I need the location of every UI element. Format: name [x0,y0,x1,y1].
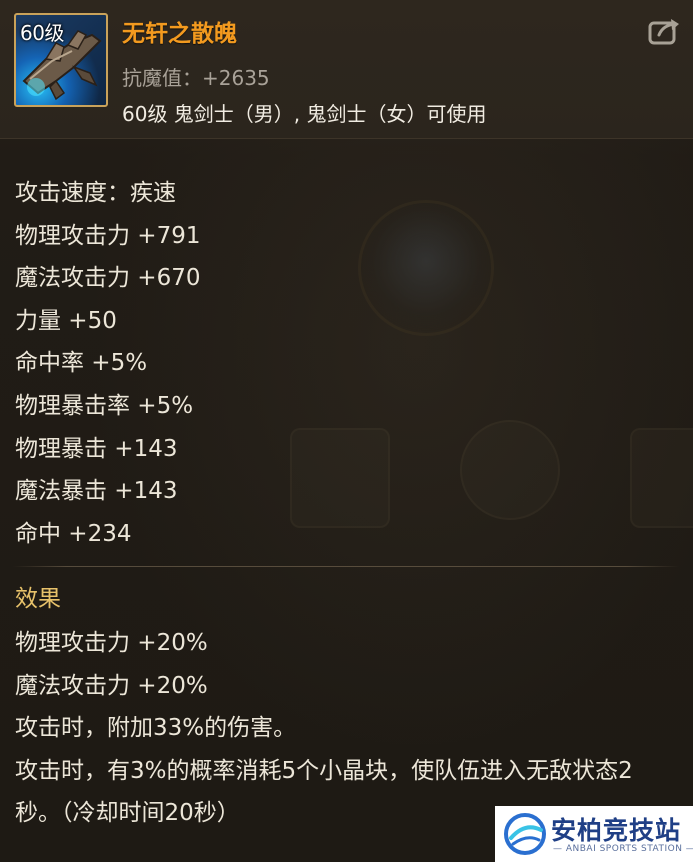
effects-title: 效果 [15,586,61,612]
item-name: 无轩之散魄 [122,21,237,47]
tooltip-header: 60级 无轩之散魄 抗魔值：+2635 60级 鬼剑士（男）, 鬼剑士（女）可使… [0,0,693,139]
effect-physical-attack: 物理攻击力 +20% [15,630,208,656]
item-tooltip: 60级 无轩之散魄 抗魔值：+2635 60级 鬼剑士（男）, 鬼剑士（女）可使… [0,0,693,862]
stat-physical-crit: 物理暴击 +143 [15,435,178,462]
stat-attack-speed: 攻击速度：疾速 [15,180,176,206]
site-watermark: 安柏竞技站 — ANBAI SPORTS STATION — [495,806,693,862]
stat-hit: 命中 +234 [15,520,132,547]
stat-magic-crit: 魔法暴击 +143 [15,478,178,505]
usable-classes: 60级 鬼剑士（男）, 鬼剑士（女）可使用 [122,102,487,126]
effect-bonus-damage: 攻击时，附加33%的伤害。 [15,715,297,742]
effect-magic-attack: 魔法攻击力 +20% [15,672,208,699]
site-logo-icon [504,813,546,855]
magic-resist-value: 抗魔值：+2635 [122,66,270,90]
effects-list: 物理攻击力 +20% 魔法攻击力 +20% 攻击时，附加33%的伤害。 攻击时，… [15,622,675,835]
item-level-tag: 60级 [20,21,64,45]
stat-physical-crit-rate: 物理暴击率 +5% [15,392,194,419]
stat-hit-rate: 命中率 +5% [15,350,148,377]
weapon-icon: 60级 [14,13,108,107]
share-icon [648,19,679,45]
watermark-title: 安柏竞技站 [551,816,682,845]
stat-physical-attack: 物理攻击力 +791 [15,222,201,249]
stat-magic-attack: 魔法攻击力 +670 [15,265,201,292]
section-divider [13,566,679,567]
share-button[interactable] [647,16,683,46]
watermark-subtitle: — ANBAI SPORTS STATION — [553,844,693,854]
stat-strength: 力量 +50 [15,307,117,334]
stat-list: 攻击速度：疾速 物理攻击力 +791 魔法攻击力 +670 力量 +50 命中率… [15,172,675,555]
